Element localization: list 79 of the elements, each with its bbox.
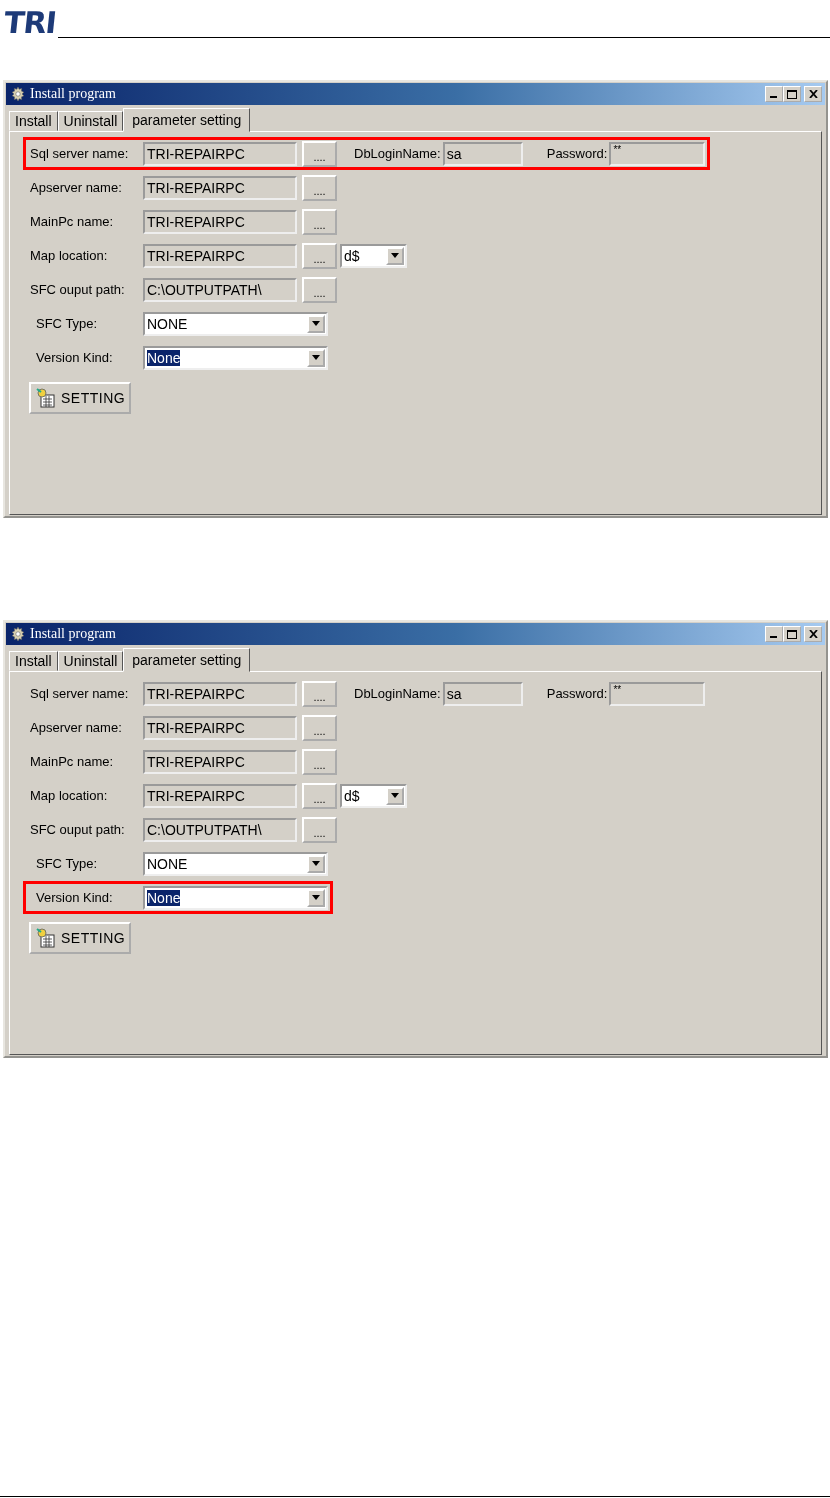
minimize-button[interactable]: [765, 86, 783, 102]
dropdown-arrow-icon: [391, 793, 399, 798]
field-label: Password:: [546, 146, 608, 161]
input-field[interactable]: sa: [442, 681, 523, 706]
field-label: Version Kind:: [35, 350, 114, 365]
dropdown-arrow-icon: [312, 861, 320, 866]
input-field[interactable]: C:\OUTPUTPATH\: [143, 817, 297, 842]
maximize-button[interactable]: [783, 626, 801, 642]
gear-icon: [10, 626, 26, 642]
field-label: Apserver name:: [29, 720, 123, 735]
gear-icon: [10, 86, 26, 102]
browse-button[interactable]: ....: [302, 174, 337, 201]
dropdown[interactable]: None: [143, 885, 328, 910]
settings-icon: [35, 927, 57, 949]
maximize-icon: [787, 89, 797, 99]
maximize-icon: [787, 629, 797, 639]
setting-button[interactable]: SETTING: [29, 922, 132, 954]
tab[interactable]: parameter setting: [123, 108, 251, 132]
field-label: Sql server name:: [29, 146, 130, 161]
field-label: DbLoginName:: [354, 146, 441, 161]
browse-button[interactable]: ....: [302, 680, 337, 707]
field-label: Sql server name:: [29, 686, 130, 701]
tab[interactable]: Install: [9, 651, 58, 671]
dropdown-arrow-icon: [312, 321, 320, 326]
field-label: DbLoginName:: [354, 686, 441, 701]
input-field[interactable]: C:\OUTPUTPATH\: [143, 277, 297, 302]
browse-button[interactable]: ....: [302, 276, 337, 303]
field-label: SFC ouput path:: [29, 282, 126, 297]
input-field[interactable]: sa: [442, 141, 523, 166]
browse-button[interactable]: ....: [302, 748, 337, 775]
field-label: Map location:: [29, 248, 109, 263]
dropdown-arrow-icon: [312, 895, 320, 900]
browse-button[interactable]: ....: [302, 782, 337, 809]
window-title: Install program: [30, 626, 116, 642]
input-field[interactable]: **: [609, 141, 706, 166]
field-label: Apserver name:: [29, 180, 123, 195]
tab[interactable]: Uninstall: [57, 651, 124, 671]
dropdown-arrow-icon: [312, 355, 320, 360]
browse-button[interactable]: ....: [302, 140, 337, 167]
minimize-button[interactable]: [765, 626, 783, 642]
browse-button[interactable]: ....: [302, 242, 337, 269]
input-field[interactable]: TRI-REPAIRPC: [143, 783, 297, 808]
browse-button[interactable]: ....: [302, 208, 337, 235]
field-label: Password:: [546, 686, 608, 701]
input-field[interactable]: TRI-REPAIRPC: [143, 749, 297, 774]
tab[interactable]: Uninstall: [57, 111, 124, 131]
field-label: Version Kind:: [35, 890, 114, 905]
company-logo: TRI: [1, 6, 58, 40]
dropdown[interactable]: d$: [340, 243, 407, 268]
tab[interactable]: Install: [9, 111, 58, 131]
settings-icon: [35, 387, 57, 409]
maximize-button[interactable]: [783, 86, 801, 102]
browse-button[interactable]: ....: [302, 714, 337, 741]
close-icon: [808, 630, 818, 638]
field-label: SFC ouput path:: [29, 822, 126, 837]
field-label: SFC Type:: [35, 856, 99, 871]
tab[interactable]: parameter setting: [123, 648, 251, 672]
dropdown[interactable]: None: [143, 345, 328, 370]
input-field[interactable]: TRI-REPAIRPC: [143, 243, 297, 268]
field-label: Map location:: [29, 788, 109, 803]
input-field[interactable]: TRI-REPAIRPC: [143, 141, 297, 166]
field-label: SFC Type:: [35, 316, 99, 331]
browse-button[interactable]: ....: [302, 816, 337, 843]
dropdown[interactable]: d$: [340, 783, 407, 808]
input-field[interactable]: **: [609, 681, 706, 706]
window-title: Install program: [30, 86, 116, 102]
field-label: MainPc name:: [29, 754, 115, 769]
field-label: MainPc name:: [29, 214, 115, 229]
input-field[interactable]: TRI-REPAIRPC: [143, 209, 297, 234]
input-field[interactable]: TRI-REPAIRPC: [143, 175, 297, 200]
dropdown[interactable]: NONE: [143, 851, 328, 876]
close-button[interactable]: [804, 86, 822, 102]
input-field[interactable]: TRI-REPAIRPC: [143, 681, 297, 706]
dropdown[interactable]: NONE: [143, 311, 328, 336]
input-field[interactable]: TRI-REPAIRPC: [143, 715, 297, 740]
close-icon: [808, 90, 818, 98]
dropdown-arrow-icon: [391, 253, 399, 258]
close-button[interactable]: [804, 626, 822, 642]
setting-button[interactable]: SETTING: [29, 382, 132, 414]
